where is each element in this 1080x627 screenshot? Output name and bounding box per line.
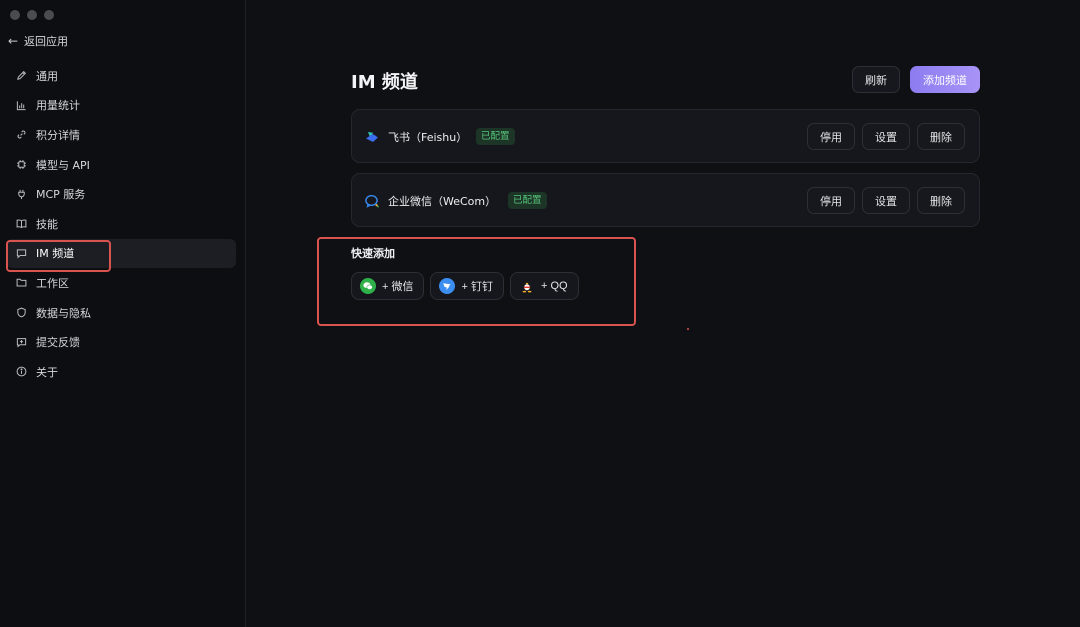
sidebar-item-label: 技能 <box>36 217 58 231</box>
sidebar-item-feedback[interactable]: 提交反馈 <box>6 327 236 357</box>
zoom-window-dot[interactable] <box>44 10 54 20</box>
book-icon <box>16 218 27 229</box>
channel-card-feishu: 飞书（Feishu） 已配置 停用 设置 删除 <box>351 109 980 163</box>
back-label: 返回应用 <box>24 35 68 48</box>
sidebar-item-label: 通用 <box>36 69 58 83</box>
add-channel-button[interactable]: 添加频道 <box>910 66 980 93</box>
back-to-app-button[interactable]: ← 返回应用 <box>8 33 68 49</box>
channel-actions: 停用 设置 删除 <box>807 123 965 150</box>
chat-icon <box>16 248 27 259</box>
folder-icon <box>16 277 27 288</box>
refresh-button[interactable]: 刷新 <box>852 66 900 93</box>
minimize-window-dot[interactable] <box>27 10 37 20</box>
sidebar-item-label: 关于 <box>36 365 58 379</box>
sidebar-item-usage[interactable]: 用量统计 <box>6 91 236 121</box>
sidebar-item-label: 模型与 API <box>36 158 90 172</box>
disable-button[interactable]: 停用 <box>807 187 855 214</box>
arrow-left-icon: ← <box>8 34 19 48</box>
annotation-dot <box>687 328 689 330</box>
feishu-logo-icon <box>364 129 380 145</box>
qq-icon <box>519 278 535 294</box>
add-dingtalk-button[interactable]: + 钉钉 <box>430 272 504 300</box>
sidebar-item-skills[interactable]: 技能 <box>6 209 236 239</box>
close-window-dot[interactable] <box>10 10 20 20</box>
sidebar: ← 返回应用 通用 用量统计 积分详情 模型与 API MCP 服务 技能 IM… <box>0 0 246 627</box>
sidebar-item-label: 数据与隐私 <box>36 306 91 320</box>
window-controls <box>10 10 54 20</box>
plug-icon <box>16 189 27 200</box>
sidebar-item-credits[interactable]: 积分详情 <box>6 120 236 150</box>
chip-icon <box>16 159 27 170</box>
settings-button[interactable]: 设置 <box>862 123 910 150</box>
settings-button[interactable]: 设置 <box>862 187 910 214</box>
sidebar-item-label: 积分详情 <box>36 128 80 142</box>
page-title: IM 频道 <box>351 72 418 93</box>
sidebar-item-label: 工作区 <box>36 276 69 290</box>
channel-name: 企业微信（WeCom） <box>388 195 497 208</box>
info-icon <box>16 366 27 377</box>
channel-card-wecom: 企业微信（WeCom） 已配置 停用 设置 删除 <box>351 173 980 227</box>
channel-name: 飞书（Feishu） <box>388 131 468 144</box>
sidebar-item-general[interactable]: 通用 <box>6 61 236 91</box>
feedback-icon <box>16 337 27 348</box>
sidebar-item-models-api[interactable]: 模型与 API <box>6 150 236 180</box>
delete-button[interactable]: 删除 <box>917 187 965 214</box>
wechat-icon <box>360 278 376 294</box>
status-badge: 已配置 <box>508 192 547 209</box>
dingtalk-icon <box>439 278 456 294</box>
channel-actions: 停用 设置 删除 <box>807 187 965 214</box>
settings-window: ← 返回应用 通用 用量统计 积分详情 模型与 API MCP 服务 技能 IM… <box>0 0 1080 627</box>
sidebar-item-about[interactable]: 关于 <box>6 357 236 387</box>
add-qq-button[interactable]: + QQ <box>509 272 579 300</box>
wecom-logo-icon <box>364 193 380 209</box>
quick-add-options: + 微信 + 钉钉 + QQ <box>351 272 579 300</box>
sidebar-item-label: IM 频道 <box>36 247 75 261</box>
bar-chart-icon <box>16 100 27 111</box>
add-wechat-button[interactable]: + 微信 <box>351 272 425 300</box>
shield-icon <box>16 307 27 318</box>
sidebar-item-label: 用量统计 <box>36 99 80 113</box>
settings-nav: 通用 用量统计 积分详情 模型与 API MCP 服务 技能 IM 频道 工作区… <box>6 61 236 387</box>
sidebar-item-im-channels[interactable]: IM 频道 <box>6 238 236 269</box>
quick-add-label: + 微信 <box>382 281 414 293</box>
quick-add-label: + QQ <box>540 280 568 292</box>
status-badge: 已配置 <box>476 128 515 145</box>
sidebar-item-workspace[interactable]: 工作区 <box>6 268 236 298</box>
sidebar-item-data-privacy[interactable]: 数据与隐私 <box>6 298 236 328</box>
quick-add-label: + 钉钉 <box>461 281 493 293</box>
sidebar-item-mcp[interactable]: MCP 服务 <box>6 179 236 209</box>
delete-button[interactable]: 删除 <box>917 123 965 150</box>
pencil-icon <box>16 70 27 81</box>
disable-button[interactable]: 停用 <box>807 123 855 150</box>
main-content: IM 频道 刷新 添加频道 飞书（Feishu） 已配置 停用 设置 删除 企业… <box>247 0 1080 627</box>
quick-add-title: 快速添加 <box>351 247 395 260</box>
sidebar-item-label: MCP 服务 <box>36 188 86 202</box>
sidebar-item-label: 提交反馈 <box>36 336 80 350</box>
link-icon <box>16 129 27 140</box>
